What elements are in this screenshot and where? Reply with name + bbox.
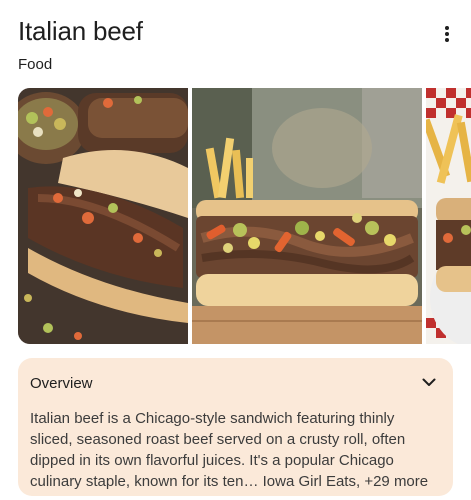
gallery-image-2[interactable]	[192, 88, 422, 344]
page-title: Italian beef	[18, 16, 143, 46]
overview-header[interactable]: Overview	[30, 372, 441, 394]
overview-card[interactable]: Overview Italian beef is a Chicago-style…	[18, 358, 453, 496]
overview-source-link[interactable]: Iowa Girl Eats	[263, 473, 356, 490]
more-options-button[interactable]	[435, 22, 459, 46]
overview-description: Italian beef is a Chicago-style sandwich…	[30, 410, 429, 490]
overview-title: Overview	[30, 374, 93, 392]
entity-category: Food	[18, 56, 53, 73]
knowledge-panel: Italian beef Food Overview Italian beef …	[0, 0, 471, 500]
more-vert-icon	[444, 25, 450, 43]
overview-more-sources-link[interactable]: +29 more	[364, 473, 428, 490]
image-gallery	[18, 88, 471, 346]
chevron-down-icon	[422, 374, 436, 392]
expand-overview-button[interactable]	[417, 371, 441, 395]
overview-ellipsis: …	[243, 473, 259, 490]
gallery-image-1[interactable]	[18, 88, 188, 344]
gallery-image-3[interactable]	[426, 88, 471, 344]
